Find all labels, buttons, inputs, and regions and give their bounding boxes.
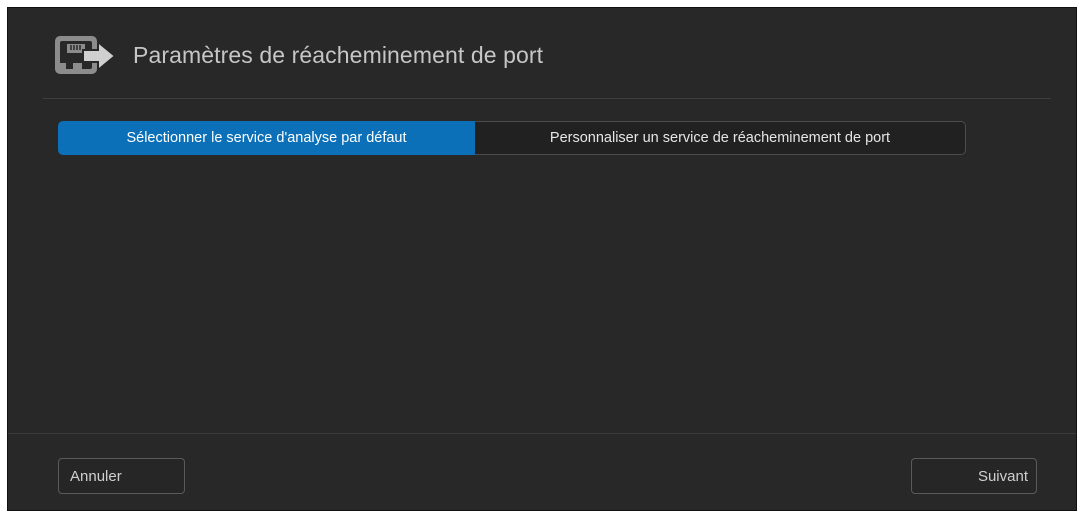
- cancel-button[interactable]: Annuler: [58, 458, 185, 494]
- tab-customize-port-forwarding[interactable]: Personnaliser un service de réachemineme…: [475, 121, 966, 155]
- tab-select-default-service[interactable]: Sélectionner le service d'analyse par dé…: [58, 121, 475, 155]
- dialog-header: Paramètres de réacheminement de port: [43, 8, 1051, 99]
- port-forwarding-icon: [53, 33, 117, 79]
- footer-divider: [8, 433, 1076, 434]
- mode-tabs: Sélectionner le service d'analyse par dé…: [58, 121, 966, 155]
- port-forwarding-dialog: Paramètres de réacheminement de port Sél…: [7, 7, 1077, 511]
- dialog-title: Paramètres de réacheminement de port: [133, 42, 544, 68]
- next-button[interactable]: Suivant: [911, 458, 1037, 494]
